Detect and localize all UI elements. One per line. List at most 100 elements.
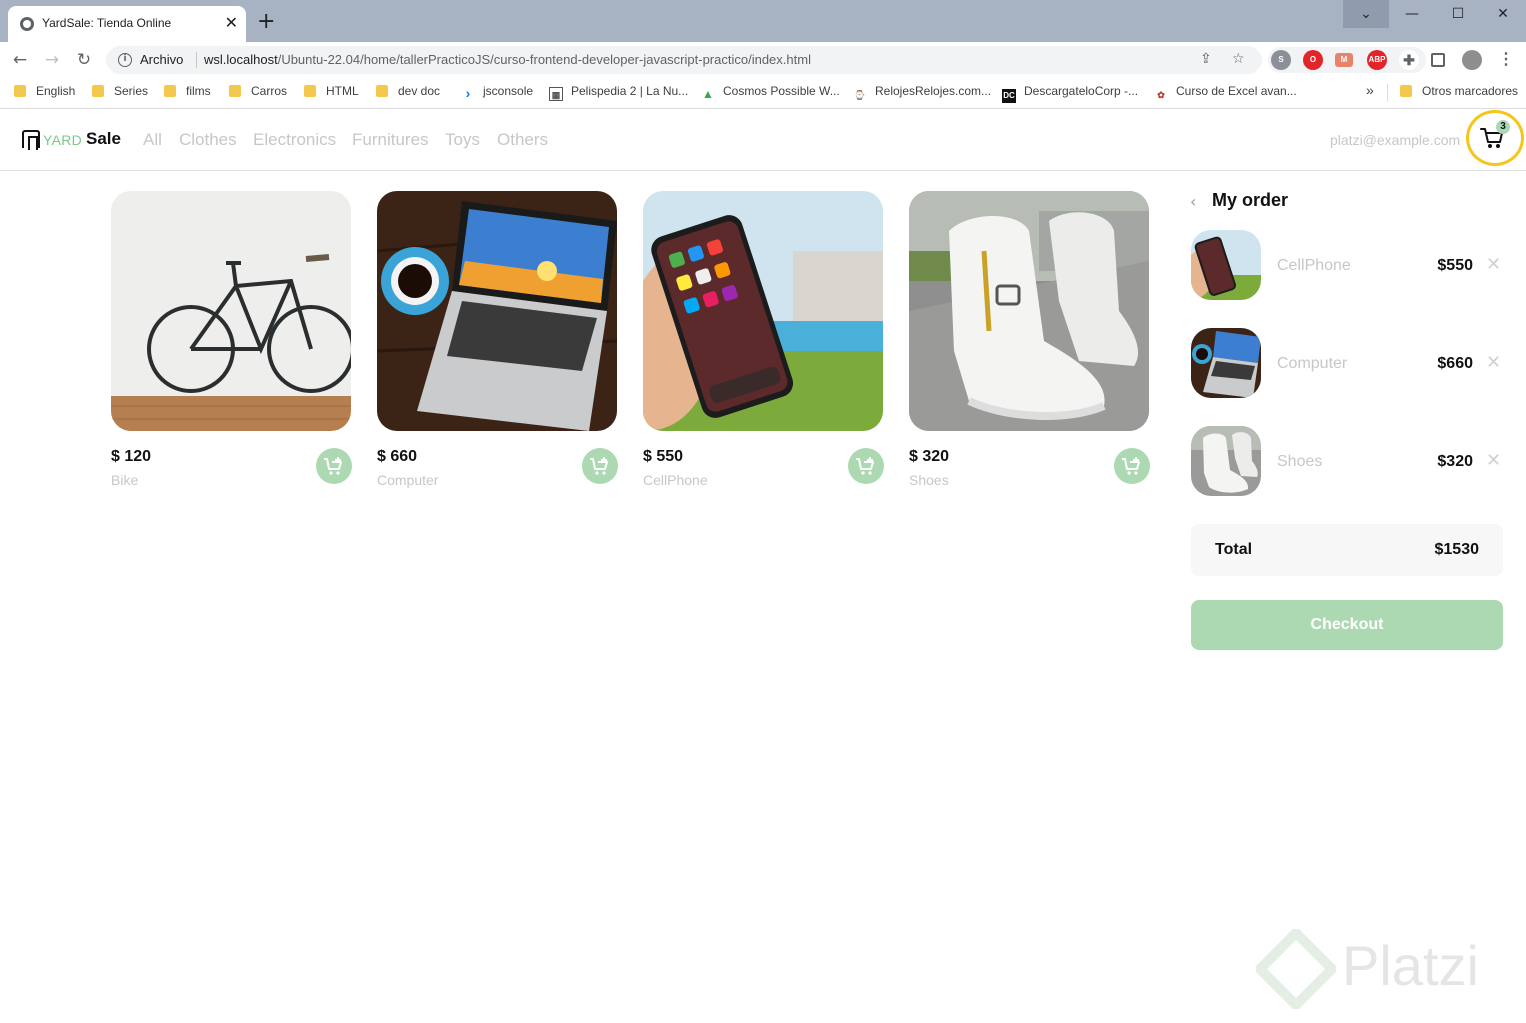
drive-icon: ▲ [702,87,714,101]
url-text[interactable]: wsl.localhost/Ubuntu-22.04/home/tallerPr… [204,52,811,67]
product-price: $ 120 [111,448,152,465]
opera-extension-icon[interactable]: O [1303,50,1323,70]
order-item-price: $320 [1437,453,1473,470]
share-icon[interactable]: ⇪ [1200,51,1212,67]
add-to-cart-button[interactable] [582,448,618,484]
product-price: $ 320 [909,448,950,465]
omnibox-divider [196,52,197,68]
bookmark-cosmos[interactable]: ▲ Cosmos Possible W... [701,84,840,101]
order-item-cellphone: CellPhone $550 ✕ [1190,230,1504,300]
remove-item-icon[interactable]: ✕ [1486,352,1501,373]
cart-count-badge: 3 [1496,120,1510,134]
nav-category-others[interactable]: Others [497,130,548,150]
product-name: Computer [377,472,439,488]
tab-close-icon[interactable]: ✕ [225,14,238,32]
nav-category-all[interactable]: All [143,130,162,150]
close-window-button[interactable]: ✕ [1480,0,1526,28]
page: YARD Sale All Clothes Electronics Furnit… [0,110,1526,1023]
security-label: Archivo [140,52,184,67]
bookmark-relojes[interactable]: ⌚ RelojesRelojes.com... [853,84,991,102]
forward-button[interactable]: → [40,48,64,72]
kebab-menu-icon[interactable]: ⋮ [1496,50,1516,70]
platzi-logo-icon [1256,929,1336,1009]
browser-tab-active[interactable]: YardSale: Tienda Online ✕ [8,6,246,42]
address-bar[interactable]: i Archivo wsl.localhost/Ubuntu-22.04/hom… [106,46,1262,74]
watch-icon: ⌚ [854,90,866,100]
product-card-bike[interactable]: $ 120 Bike [111,191,352,491]
dc-icon: DC [1002,89,1016,103]
bookmark-english[interactable]: English [14,84,75,98]
order-item-price: $660 [1437,355,1473,372]
gmail-extension-icon[interactable]: M [1335,53,1353,67]
nav-category-furnitures[interactable]: Furnitures [352,130,429,150]
order-title: My order [1212,190,1289,210]
checkout-button[interactable]: Checkout [1191,600,1503,650]
bookmarks-overflow-icon[interactable]: » [1366,82,1374,98]
add-to-cart-button[interactable] [1114,448,1150,484]
logo-icon [22,130,40,150]
add-to-cart-icon [856,457,874,475]
nav-category-clothes[interactable]: Clothes [179,130,237,150]
back-arrow-icon[interactable]: ‹ [1190,192,1196,211]
add-to-cart-icon [1122,457,1140,475]
bookmark-other[interactable]: Otros marcadores [1400,84,1518,98]
total-value: $1530 [1434,541,1480,558]
reload-button[interactable]: ↻ [72,48,96,72]
order-total: Total $1530 [1191,524,1503,576]
bookmark-html[interactable]: HTML [304,84,359,98]
adblock-extension-icon[interactable]: ABP [1367,50,1387,70]
product-card-shoes[interactable]: $ 320 Shoes [909,191,1150,491]
product-image-cellphone[interactable] [643,191,883,431]
product-name: Shoes [909,472,949,488]
bookmark-jsconsole[interactable]: › jsconsole [461,84,533,100]
folder-icon [14,85,26,97]
bookmark-excel[interactable]: ✿ Curso de Excel avan... [1154,84,1297,102]
folder-icon [164,85,176,97]
bookmark-pelispedia[interactable]: ▦ Pelispedia 2 | La Nu... [549,84,688,101]
minimize-button[interactable]: — [1389,0,1435,28]
folder-icon [92,85,104,97]
remove-item-icon[interactable]: ✕ [1486,450,1501,471]
product-image-bike[interactable] [111,191,351,431]
sidepanel-icon[interactable] [1431,53,1445,67]
bookmark-carros[interactable]: Carros [229,84,287,98]
site-navbar: YARD Sale All Clothes Electronics Furnit… [0,110,1526,171]
watermark-text: Platzi [1342,934,1479,997]
bookmark-descargatelo[interactable]: DC DescargateloCorp -... [1002,84,1138,103]
folder-icon [376,85,388,97]
url-host: wsl.localhost [204,52,278,67]
shopping-cart-button[interactable]: 3 [1466,110,1524,166]
bookmark-dev-doc[interactable]: dev doc [376,84,440,98]
bookmarks-divider [1387,84,1388,102]
order-item-computer: Computer $660 ✕ [1190,328,1504,398]
bookmark-series[interactable]: Series [92,84,148,98]
product-price: $ 550 [643,448,684,465]
chevron-icon: › [465,85,471,101]
folder-icon [1400,85,1412,97]
add-to-cart-button[interactable] [316,448,352,484]
star-icon[interactable]: ☆ [1232,51,1245,67]
add-to-cart-button[interactable] [848,448,884,484]
maximize-button[interactable]: ☐ [1435,0,1481,28]
product-card-cellphone[interactable]: $ 550 CellPhone [643,191,884,491]
product-name: CellPhone [643,472,708,488]
new-tab-button[interactable]: + [257,10,275,34]
tab-title: YardSale: Tienda Online [42,16,172,30]
nav-category-toys[interactable]: Toys [445,130,480,150]
total-label: Total [1215,541,1253,558]
product-image-shoes[interactable] [909,191,1149,431]
tab-search-button[interactable]: ⌄ [1343,0,1389,28]
product-image-computer[interactable] [377,191,617,431]
skype-extension-icon[interactable]: S [1271,50,1291,70]
nav-category-electronics[interactable]: Electronics [253,130,336,150]
profile-avatar[interactable] [1462,50,1482,70]
remove-item-icon[interactable]: ✕ [1486,254,1501,275]
product-name: Bike [111,472,139,488]
back-button[interactable]: ← [8,48,32,72]
bookmark-films[interactable]: films [164,84,211,98]
puzzle-icon[interactable]: ✚ [1399,50,1419,70]
product-card-computer[interactable]: $ 660 Computer [377,191,618,491]
order-item-price: $550 [1437,257,1473,274]
user-email[interactable]: platzi@example.com [1330,132,1460,148]
info-icon[interactable]: i [118,53,132,67]
